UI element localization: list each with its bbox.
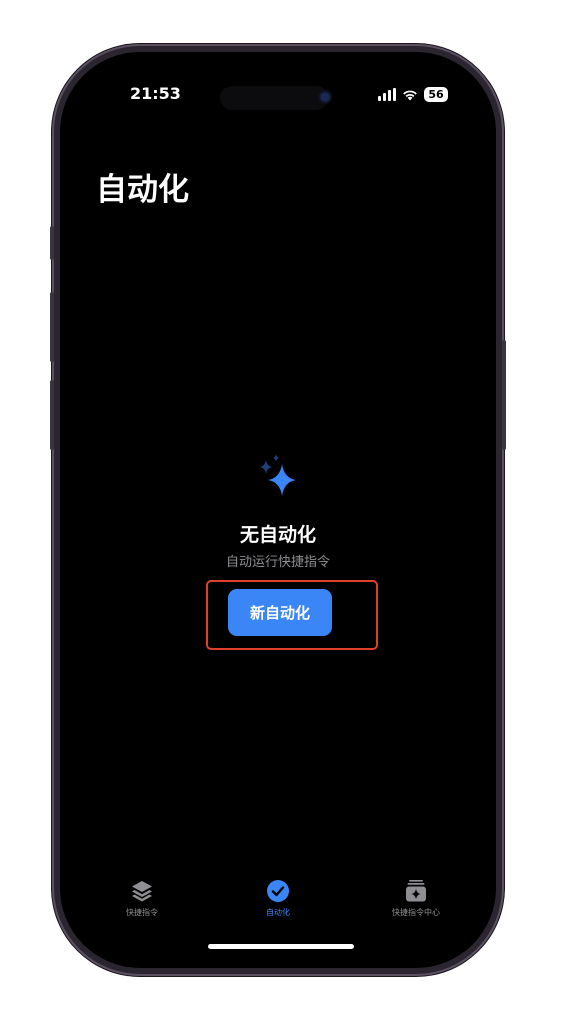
cellular-signal-icon — [378, 88, 396, 101]
wifi-icon — [403, 90, 417, 100]
page-title: 自动化 — [96, 172, 189, 208]
clock-check-icon — [267, 880, 289, 902]
status-icons: 56 — [378, 87, 448, 102]
tab-label: 快捷指令中心 — [392, 908, 440, 917]
battery-indicator: 56 — [424, 87, 448, 102]
tab-label: 自动化 — [266, 908, 290, 917]
tab-gallery[interactable]: 快捷指令中心 — [356, 878, 476, 918]
tab-bar: 快捷指令 自动化 快捷指令中心 — [60, 878, 496, 928]
gallery-icon — [406, 880, 426, 902]
status-bar: 21:53 56 — [60, 52, 496, 142]
empty-state: 无自动化 自动运行快捷指令 — [60, 450, 496, 570]
action-button — [50, 226, 54, 260]
camera-icon — [318, 90, 332, 104]
tab-automation[interactable]: 自动化 — [218, 878, 338, 918]
tab-label: 快捷指令 — [126, 908, 158, 917]
new-automation-button[interactable]: 新自动化 — [228, 589, 332, 636]
volume-down-button — [50, 380, 54, 450]
layers-icon — [132, 881, 152, 902]
dynamic-island — [220, 86, 328, 110]
volume-up-button — [50, 292, 54, 362]
empty-state-title: 无自动化 — [239, 524, 316, 546]
status-time: 21:53 — [130, 84, 181, 103]
empty-state-subtitle: 自动运行快捷指令 — [225, 555, 330, 570]
phone-screen: 21:53 56 自动化 无自动化 自动运行快捷指令 新自动化 快捷指令 自动化… — [60, 52, 496, 968]
tab-shortcuts[interactable]: 快捷指令 — [82, 878, 202, 918]
sparkles-icon — [260, 454, 296, 496]
home-indicator[interactable] — [208, 944, 354, 949]
power-button — [502, 340, 506, 450]
